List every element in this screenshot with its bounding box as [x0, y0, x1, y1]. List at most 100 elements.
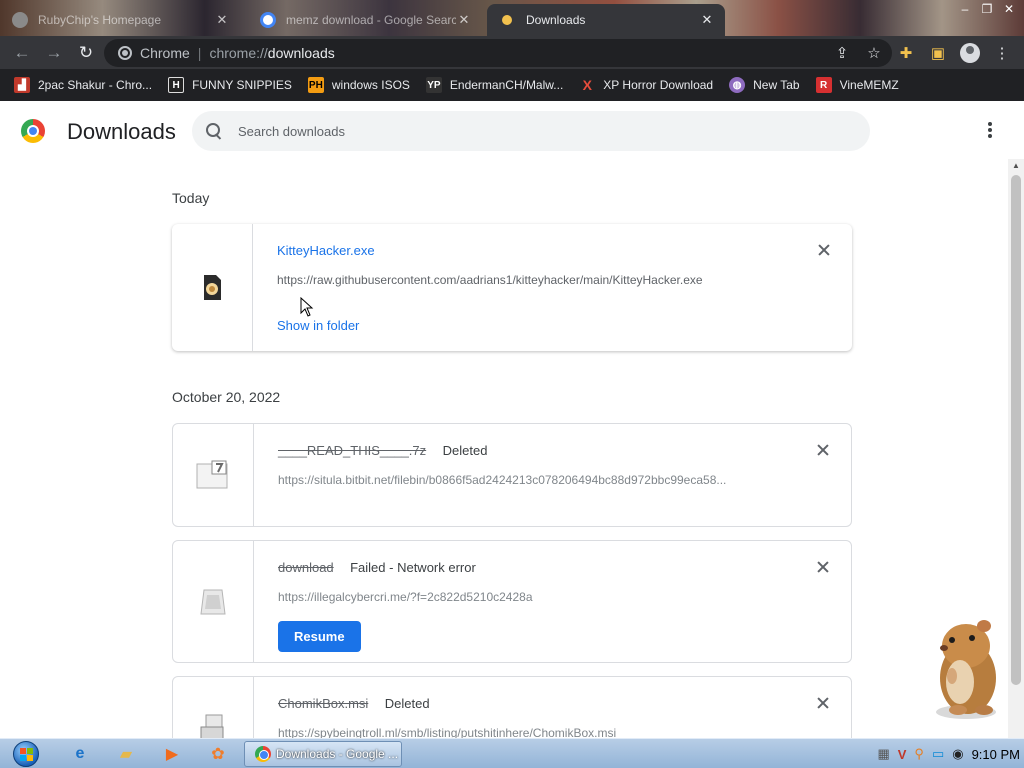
windows-logo-icon: [13, 741, 39, 767]
bookmark-funny-snippies[interactable]: H FUNNY SNIPPIES: [168, 77, 292, 93]
file-icon-column: [172, 224, 253, 351]
bookmark-xp-horror[interactable]: X XP Horror Download: [579, 77, 714, 93]
file-explorer-icon[interactable]: ▰: [106, 741, 146, 767]
source-url[interactable]: https://situla.bitbit.net/filebin/b0866f…: [278, 473, 791, 487]
source-url[interactable]: https://spybeingtroll.ml/smb/listing/put…: [278, 726, 791, 738]
omnibox-actions: ⇪ ☆: [826, 39, 890, 67]
divider: |: [197, 45, 202, 61]
window-controls: – ❐ ✕: [954, 0, 1020, 18]
globe-icon: ◍: [729, 77, 746, 93]
browser-toolbar: ← → ↻ Chrome | chrome://downloads ⇪ ☆: [0, 36, 1024, 69]
remove-from-list-icon[interactable]: [816, 242, 832, 258]
google-icon: [260, 12, 276, 28]
file-name: ____READ_THIS____.7z: [278, 443, 427, 458]
download-icon: [502, 15, 512, 25]
scrollbar-thumb[interactable]: [1011, 175, 1021, 685]
paint-icon[interactable]: ✿: [198, 741, 238, 767]
url-host: chrome://: [209, 45, 268, 61]
tab-favicon: [12, 12, 28, 28]
restore-button[interactable]: ❐: [976, 0, 998, 18]
address-bar[interactable]: Chrome | chrome://downloads ⇪ ☆: [104, 39, 892, 67]
profile-button[interactable]: [954, 39, 986, 67]
side-panel-icon[interactable]: ▣: [922, 39, 954, 67]
status-text: Deleted: [384, 696, 430, 711]
monitor-icon[interactable]: ▭: [932, 746, 944, 762]
remove-from-list-icon[interactable]: [815, 442, 831, 458]
file-name-link[interactable]: KitteyHacker.exe: [277, 243, 375, 258]
back-button[interactable]: ←: [6, 39, 38, 67]
close-window-button[interactable]: ✕: [998, 0, 1020, 18]
search-bar[interactable]: [192, 111, 870, 151]
yp-icon: YP: [425, 77, 442, 93]
media-player-icon[interactable]: ▶: [152, 741, 192, 767]
installer-file-icon: [200, 714, 224, 738]
menu-kebab-icon[interactable]: ⋮: [986, 39, 1018, 67]
x-icon: X: [582, 77, 592, 93]
bag-icon: ▟: [14, 77, 30, 93]
scheme-label: Chrome: [140, 45, 190, 61]
windows-taskbar: e ▰ ▶ ✿ Downloads - Google ... ▦ V ⚲ ▭ ◉…: [0, 738, 1024, 768]
source-url[interactable]: https://raw.githubusercontent.com/aadria…: [277, 273, 792, 287]
scroll-up-arrow-icon[interactable]: ▲: [1008, 159, 1024, 173]
bookmark-label: VineMEMZ: [839, 78, 899, 92]
volume-icon[interactable]: ◉: [952, 746, 963, 762]
search-icon[interactable]: [206, 123, 222, 139]
task-label: Downloads - Google ...: [276, 747, 399, 761]
remove-from-list-icon[interactable]: [815, 695, 831, 711]
download-item-body: KitteyHacker.exe https://raw.githubuserc…: [277, 242, 792, 335]
file-name: download: [278, 560, 334, 575]
bookmark-new-tab[interactable]: ◍ New Tab: [729, 77, 800, 93]
show-in-folder-link[interactable]: Show in folder: [277, 318, 359, 333]
mouse-cursor-icon: [300, 297, 314, 317]
bookmarks-bar: ▟ 2pac Shakur - Chro... H FUNNY SNIPPIES…: [0, 69, 1024, 101]
file-icon-column: [173, 677, 254, 738]
bookmark-label: EndermanCH/Malw...: [449, 78, 564, 92]
minimize-button[interactable]: –: [954, 0, 976, 18]
archive-file-icon: [196, 460, 228, 489]
internet-explorer-icon[interactable]: e: [60, 741, 100, 767]
forward-button[interactable]: →: [38, 39, 70, 67]
bookmark-label: 2pac Shakur - Chro...: [38, 78, 153, 92]
tab-title: RubyChip's Homepage: [38, 13, 162, 27]
antivirus-icon[interactable]: V: [898, 747, 907, 762]
ph-icon: PH: [307, 77, 324, 93]
status-text: Deleted: [442, 443, 488, 458]
page-title: Downloads: [67, 119, 176, 144]
url-path: downloads: [267, 45, 335, 61]
status-text: Failed - Network error: [350, 560, 476, 575]
file-icon-column: [173, 541, 254, 662]
taskbar-task-chrome[interactable]: Downloads - Google ...: [244, 741, 402, 767]
page-scrollbar[interactable]: ▲: [1008, 159, 1024, 738]
taskbar-clock[interactable]: 9:10 PM: [972, 747, 1020, 762]
bookmark-label: XP Horror Download: [603, 78, 714, 92]
generic-file-icon: [200, 589, 226, 614]
extension-buttons: ✚ ▣ ⋮: [890, 36, 1018, 69]
bookmark-windows-isos[interactable]: PH windows ISOS: [307, 77, 410, 93]
close-icon[interactable]: ✕: [214, 12, 230, 28]
remove-from-list-icon[interactable]: [815, 559, 831, 575]
bookmark-star-icon[interactable]: ☆: [858, 44, 890, 62]
download-item: download Failed - Network error https://…: [172, 540, 852, 663]
bookmark-endermanch[interactable]: YP EndermanCH/Malw...: [425, 77, 564, 93]
start-button[interactable]: [8, 739, 44, 768]
bookmark-vinememz[interactable]: R VineMEMZ: [815, 77, 899, 93]
bookmark-2pac[interactable]: ▟ 2pac Shakur - Chro...: [14, 77, 152, 93]
download-item: ____READ_THIS____.7z Deleted https://sit…: [172, 423, 852, 527]
extensions-puzzle-icon[interactable]: ✚: [890, 39, 922, 67]
tab-downloads[interactable]: Downloads ✕: [487, 4, 725, 36]
avatar: [960, 42, 980, 63]
close-icon[interactable]: ✕: [699, 12, 715, 28]
resume-button[interactable]: Resume: [278, 621, 361, 652]
search-tool-icon[interactable]: ⚲: [914, 746, 924, 762]
reload-button[interactable]: ↻: [70, 39, 102, 67]
tab-google-search[interactable]: memz download - Google Search ✕: [248, 4, 482, 36]
source-url[interactable]: https://illegalcybercri.me/?f=2c822d5210…: [278, 590, 791, 604]
more-actions-icon[interactable]: [980, 119, 1000, 141]
close-icon[interactable]: ✕: [456, 12, 472, 28]
tab-rubychip[interactable]: RubyChip's Homepage ✕: [0, 4, 240, 36]
tab-title: memz download - Google Search: [286, 13, 456, 27]
network-icon[interactable]: ▦: [877, 746, 889, 762]
share-icon[interactable]: ⇪: [826, 44, 858, 62]
search-input[interactable]: [238, 123, 838, 139]
bookmark-label: windows ISOS: [331, 78, 410, 92]
